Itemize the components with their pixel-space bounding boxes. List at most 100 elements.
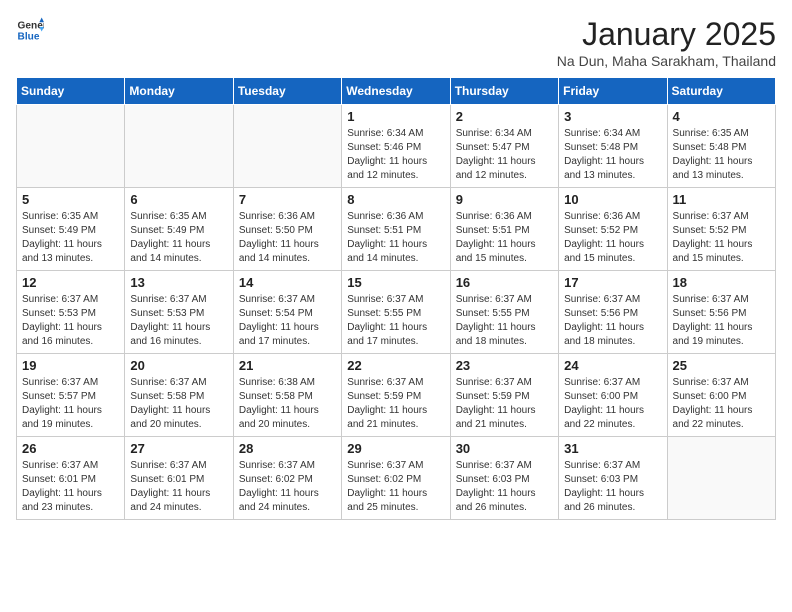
day-number: 14 bbox=[239, 275, 336, 290]
day-info: Sunrise: 6:34 AMSunset: 5:47 PMDaylight:… bbox=[456, 127, 553, 183]
weekday-header: Monday bbox=[125, 78, 233, 105]
calendar-day-cell: 25 Sunrise: 6:37 AMSunset: 6:00 PMDayligh… bbox=[667, 354, 775, 437]
day-number: 23 bbox=[456, 358, 553, 373]
calendar-day-cell: 5 Sunrise: 6:35 AMSunset: 5:49 PMDaylight… bbox=[17, 188, 125, 271]
page-header: General Blue January 2025 Na Dun, Maha S… bbox=[16, 16, 776, 69]
calendar-day-cell: 8 Sunrise: 6:36 AMSunset: 5:51 PMDaylight… bbox=[342, 188, 450, 271]
title-block: January 2025 Na Dun, Maha Sarakham, Thai… bbox=[557, 16, 776, 69]
day-number: 10 bbox=[564, 192, 661, 207]
day-number: 15 bbox=[347, 275, 444, 290]
calendar-subtitle: Na Dun, Maha Sarakham, Thailand bbox=[557, 53, 776, 69]
day-info: Sunrise: 6:37 AMSunset: 5:53 PMDaylight:… bbox=[130, 293, 227, 349]
day-info: Sunrise: 6:37 AMSunset: 5:55 PMDaylight:… bbox=[456, 293, 553, 349]
day-number: 31 bbox=[564, 441, 661, 456]
weekday-header: Sunday bbox=[17, 78, 125, 105]
day-info: Sunrise: 6:37 AMSunset: 5:53 PMDaylight:… bbox=[22, 293, 119, 349]
weekday-header: Wednesday bbox=[342, 78, 450, 105]
calendar-week-row: 26Sunrise: 6:37 AMSunset: 6:01 PMDayligh… bbox=[17, 437, 776, 520]
day-info: Sunrise: 6:37 AMSunset: 5:56 PMDaylight:… bbox=[564, 293, 661, 349]
calendar-day-cell: 1 Sunrise: 6:34 AMSunset: 5:46 PMDaylight… bbox=[342, 105, 450, 188]
day-number: 30 bbox=[456, 441, 553, 456]
calendar-title: January 2025 bbox=[557, 16, 776, 53]
calendar-week-row: 5 Sunrise: 6:35 AMSunset: 5:49 PMDaylight… bbox=[17, 188, 776, 271]
calendar-day-cell: 10 Sunrise: 6:36 AMSunset: 5:52 PMDayligh… bbox=[559, 188, 667, 271]
day-info: Sunrise: 6:36 AMSunset: 5:52 PMDaylight:… bbox=[564, 210, 661, 266]
day-info: Sunrise: 6:37 AMSunset: 5:59 PMDaylight:… bbox=[347, 376, 444, 432]
day-info: Sunrise: 6:34 AMSunset: 5:48 PMDaylight:… bbox=[564, 127, 661, 183]
day-number: 1 bbox=[347, 109, 444, 124]
calendar-day-cell: 13 Sunrise: 6:37 AMSunset: 5:53 PMDayligh… bbox=[125, 271, 233, 354]
svg-text:Blue: Blue bbox=[18, 31, 40, 42]
day-number: 21 bbox=[239, 358, 336, 373]
calendar-day-cell: 23 Sunrise: 6:37 AMSunset: 5:59 PMDayligh… bbox=[450, 354, 558, 437]
day-info: Sunrise: 6:37 AMSunset: 6:02 PMDaylight:… bbox=[347, 459, 444, 515]
calendar-day-cell: 30Sunrise: 6:37 AMSunset: 6:03 PMDayligh… bbox=[450, 437, 558, 520]
day-number: 20 bbox=[130, 358, 227, 373]
weekday-header: Friday bbox=[559, 78, 667, 105]
logo: General Blue bbox=[16, 16, 44, 44]
day-number: 17 bbox=[564, 275, 661, 290]
calendar-day-cell: 16 Sunrise: 6:37 AMSunset: 5:55 PMDayligh… bbox=[450, 271, 558, 354]
day-info: Sunrise: 6:36 AMSunset: 5:51 PMDaylight:… bbox=[347, 210, 444, 266]
day-info: Sunrise: 6:37 AMSunset: 5:54 PMDaylight:… bbox=[239, 293, 336, 349]
day-info: Sunrise: 6:35 AMSunset: 5:49 PMDaylight:… bbox=[22, 210, 119, 266]
calendar-day-cell: 11 Sunrise: 6:37 AMSunset: 5:52 PMDayligh… bbox=[667, 188, 775, 271]
day-info: Sunrise: 6:37 AMSunset: 5:56 PMDaylight:… bbox=[673, 293, 770, 349]
calendar-day-cell: 31 Sunrise: 6:37 AMSunset: 6:03 PMDayligh… bbox=[559, 437, 667, 520]
day-number: 3 bbox=[564, 109, 661, 124]
calendar-day-cell: 14 Sunrise: 6:37 AMSunset: 5:54 PMDayligh… bbox=[233, 271, 341, 354]
day-number: 5 bbox=[22, 192, 119, 207]
calendar-day-cell: 19Sunrise: 6:37 AMSunset: 5:57 PMDayligh… bbox=[17, 354, 125, 437]
calendar-day-cell bbox=[17, 105, 125, 188]
day-number: 22 bbox=[347, 358, 444, 373]
day-info: Sunrise: 6:38 AMSunset: 5:58 PMDaylight:… bbox=[239, 376, 336, 432]
calendar-week-row: 12 Sunrise: 6:37 AMSunset: 5:53 PMDayligh… bbox=[17, 271, 776, 354]
calendar-day-cell: 3 Sunrise: 6:34 AMSunset: 5:48 PMDaylight… bbox=[559, 105, 667, 188]
calendar-day-cell: 18 Sunrise: 6:37 AMSunset: 5:56 PMDayligh… bbox=[667, 271, 775, 354]
day-info: Sunrise: 6:37 AMSunset: 5:57 PMDaylight:… bbox=[22, 376, 119, 432]
calendar-day-cell bbox=[233, 105, 341, 188]
day-number: 9 bbox=[456, 192, 553, 207]
weekday-header: Saturday bbox=[667, 78, 775, 105]
day-number: 8 bbox=[347, 192, 444, 207]
calendar-day-cell: 29 Sunrise: 6:37 AMSunset: 6:02 PMDayligh… bbox=[342, 437, 450, 520]
day-number: 28 bbox=[239, 441, 336, 456]
calendar-day-cell: 20 Sunrise: 6:37 AMSunset: 5:58 PMDayligh… bbox=[125, 354, 233, 437]
day-info: Sunrise: 6:34 AMSunset: 5:46 PMDaylight:… bbox=[347, 127, 444, 183]
day-number: 25 bbox=[673, 358, 770, 373]
day-info: Sunrise: 6:37 AMSunset: 6:01 PMDaylight:… bbox=[22, 459, 119, 515]
day-number: 16 bbox=[456, 275, 553, 290]
weekday-header: Tuesday bbox=[233, 78, 341, 105]
day-info: Sunrise: 6:37 AMSunset: 6:00 PMDaylight:… bbox=[673, 376, 770, 432]
calendar-header-row: SundayMondayTuesdayWednesdayThursdayFrid… bbox=[17, 78, 776, 105]
calendar-day-cell bbox=[125, 105, 233, 188]
calendar-day-cell: 15 Sunrise: 6:37 AMSunset: 5:55 PMDayligh… bbox=[342, 271, 450, 354]
day-info: Sunrise: 6:37 AMSunset: 5:59 PMDaylight:… bbox=[456, 376, 553, 432]
day-info: Sunrise: 6:37 AMSunset: 6:03 PMDaylight:… bbox=[564, 459, 661, 515]
calendar-day-cell: 24 Sunrise: 6:37 AMSunset: 6:00 PMDayligh… bbox=[559, 354, 667, 437]
day-number: 7 bbox=[239, 192, 336, 207]
calendar-day-cell: 27Sunrise: 6:37 AMSunset: 6:01 PMDayligh… bbox=[125, 437, 233, 520]
day-number: 12 bbox=[22, 275, 119, 290]
weekday-header: Thursday bbox=[450, 78, 558, 105]
calendar-week-row: 1 Sunrise: 6:34 AMSunset: 5:46 PMDaylight… bbox=[17, 105, 776, 188]
day-info: Sunrise: 6:37 AMSunset: 5:58 PMDaylight:… bbox=[130, 376, 227, 432]
day-number: 29 bbox=[347, 441, 444, 456]
calendar-day-cell: 22 Sunrise: 6:37 AMSunset: 5:59 PMDayligh… bbox=[342, 354, 450, 437]
day-number: 13 bbox=[130, 275, 227, 290]
day-number: 2 bbox=[456, 109, 553, 124]
day-number: 24 bbox=[564, 358, 661, 373]
calendar-day-cell: 4Sunrise: 6:35 AMSunset: 5:48 PMDaylight… bbox=[667, 105, 775, 188]
day-info: Sunrise: 6:37 AMSunset: 6:00 PMDaylight:… bbox=[564, 376, 661, 432]
calendar-day-cell: 12 Sunrise: 6:37 AMSunset: 5:53 PMDayligh… bbox=[17, 271, 125, 354]
calendar-day-cell: 2 Sunrise: 6:34 AMSunset: 5:47 PMDaylight… bbox=[450, 105, 558, 188]
day-number: 11 bbox=[673, 192, 770, 207]
calendar-day-cell bbox=[667, 437, 775, 520]
day-info: Sunrise: 6:37 AMSunset: 5:55 PMDaylight:… bbox=[347, 293, 444, 349]
day-info: Sunrise: 6:37 AMSunset: 6:02 PMDaylight:… bbox=[239, 459, 336, 515]
calendar-week-row: 19Sunrise: 6:37 AMSunset: 5:57 PMDayligh… bbox=[17, 354, 776, 437]
calendar-day-cell: 26Sunrise: 6:37 AMSunset: 6:01 PMDayligh… bbox=[17, 437, 125, 520]
day-info: Sunrise: 6:37 AMSunset: 5:52 PMDaylight:… bbox=[673, 210, 770, 266]
day-number: 18 bbox=[673, 275, 770, 290]
calendar-day-cell: 17 Sunrise: 6:37 AMSunset: 5:56 PMDayligh… bbox=[559, 271, 667, 354]
